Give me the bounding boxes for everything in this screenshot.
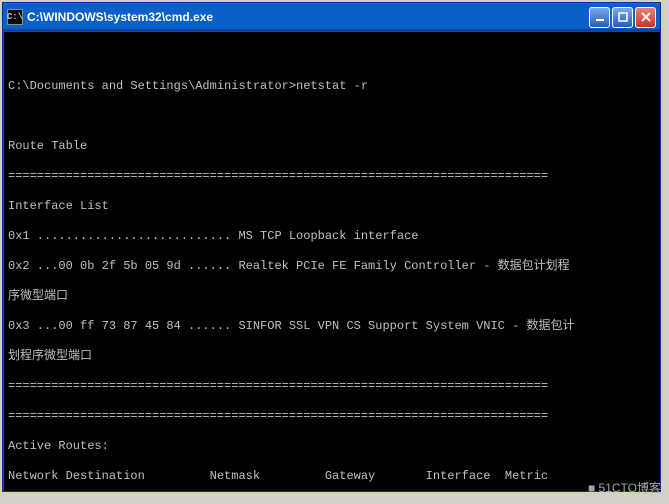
close-icon	[641, 12, 651, 22]
minimize-icon	[595, 12, 605, 22]
app-icon: C:\	[7, 9, 23, 25]
interface-line: 划程序微型端口	[8, 349, 656, 364]
interface-line: 序微型端口	[8, 289, 656, 304]
interface-list-header: Interface List	[8, 199, 656, 214]
titlebar[interactable]: C:\ C:\WINDOWS\system32\cmd.exe	[3, 3, 660, 31]
console-output[interactable]: C:\Documents and Settings\Administrator>…	[3, 31, 660, 491]
maximize-button[interactable]	[612, 7, 633, 28]
maximize-icon	[618, 12, 628, 22]
window-controls	[589, 7, 656, 28]
watermark: ■ 51CTO博客	[588, 479, 661, 496]
close-button[interactable]	[635, 7, 656, 28]
interface-line: 0x2 ...00 0b 2f 5b 05 9d ...... Realtek …	[8, 259, 656, 274]
route-table-title: Route Table	[8, 139, 656, 154]
window-title: C:\WINDOWS\system32\cmd.exe	[27, 10, 589, 24]
prompt-line: C:\Documents and Settings\Administrator>…	[8, 79, 656, 94]
interface-line: 0x3 ...00 ff 73 87 45 84 ...... SINFOR S…	[8, 319, 656, 334]
separator: ========================================…	[8, 169, 656, 184]
interface-line: 0x1 ........................... MS TCP L…	[8, 229, 656, 244]
separator: ========================================…	[8, 379, 656, 394]
cmd-window: C:\ C:\WINDOWS\system32\cmd.exe C:\Docum…	[2, 2, 661, 492]
routes-table: Network Destination Netmask Gateway Inte…	[8, 469, 656, 484]
separator: ========================================…	[8, 409, 656, 424]
minimize-button[interactable]	[589, 7, 610, 28]
active-routes-header: Active Routes:	[8, 439, 656, 454]
